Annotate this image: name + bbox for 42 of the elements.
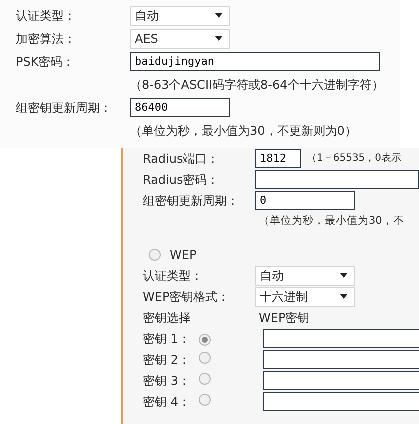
input-field[interactable] [263, 371, 419, 390]
caret-icon [215, 36, 223, 41]
field-label: 组密钥更新周期： [143, 192, 240, 210]
field-label: 认证类型： [16, 8, 77, 24]
dropdown[interactable]: AES [130, 28, 230, 48]
hint-text: （单位为秒，最小值为30，不 [258, 214, 404, 229]
radio-button[interactable] [199, 352, 211, 364]
radio-button[interactable] [199, 334, 211, 346]
column-header: WEP密钥 [259, 310, 310, 326]
radio-button[interactable] [199, 372, 211, 384]
dropdown[interactable]: 自动 [130, 6, 230, 26]
field-label: 组密钥更新周期： [16, 100, 113, 116]
dropdown[interactable]: 十六进制 [255, 286, 355, 306]
caret-icon [215, 13, 223, 18]
input-field[interactable]: 0 [255, 191, 355, 210]
key-label: 密钥 4： [143, 394, 192, 410]
hint-text: （8-63个ASCII码字符或8-64个十六进制字符） [129, 76, 384, 94]
input-field[interactable] [263, 350, 419, 369]
key-label: 密钥 2： [143, 352, 192, 368]
radio-label: WEP [170, 246, 197, 264]
hint-text: （1－65535，0表示 [307, 152, 402, 166]
field-label: Radius端口： [143, 150, 220, 168]
input-field[interactable] [263, 392, 419, 411]
radio-button[interactable] [149, 248, 161, 260]
dropdown[interactable]: 自动 [255, 266, 355, 286]
input-field[interactable]: 1812 [255, 149, 301, 168]
input-field[interactable] [255, 170, 419, 189]
field-label: 认证类型： [143, 268, 204, 284]
caret-icon [340, 273, 348, 278]
field-label: 加密算法： [16, 30, 77, 48]
input-field[interactable]: 86400 [130, 98, 230, 117]
caret-icon [340, 294, 348, 299]
hint-text: （单位为秒，最小值为30，不更新则为0） [129, 122, 357, 140]
input-field[interactable] [263, 329, 419, 348]
field-label: Radius密码： [143, 172, 220, 188]
radio-button[interactable] [199, 394, 211, 406]
field-label: PSK密码： [16, 54, 76, 70]
field-label: WEP密钥格式： [143, 288, 231, 306]
key-label: 密钥 1： [143, 330, 192, 348]
key-label: 密钥 3： [143, 372, 192, 390]
column-header: 密钥选择 [143, 310, 192, 326]
input-field[interactable]: baidujingyan [130, 52, 380, 71]
